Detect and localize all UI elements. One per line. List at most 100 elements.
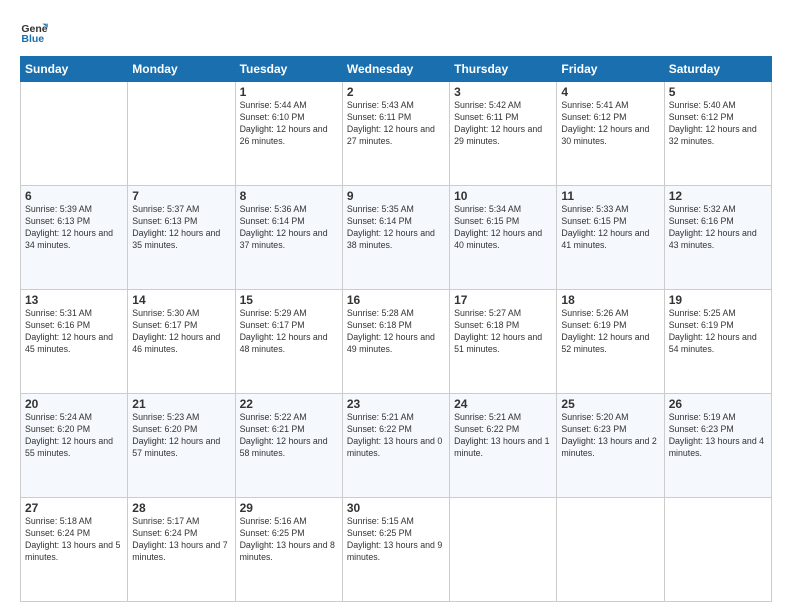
- day-info: Sunrise: 5:39 AM Sunset: 6:13 PM Dayligh…: [25, 204, 123, 252]
- day-number: 28: [132, 501, 230, 515]
- calendar-cell: 15Sunrise: 5:29 AM Sunset: 6:17 PM Dayli…: [235, 290, 342, 394]
- day-number: 11: [561, 189, 659, 203]
- week-row-4: 20Sunrise: 5:24 AM Sunset: 6:20 PM Dayli…: [21, 394, 772, 498]
- day-number: 21: [132, 397, 230, 411]
- day-info: Sunrise: 5:19 AM Sunset: 6:23 PM Dayligh…: [669, 412, 767, 460]
- calendar-cell: [450, 498, 557, 602]
- calendar-cell: 11Sunrise: 5:33 AM Sunset: 6:15 PM Dayli…: [557, 186, 664, 290]
- day-info: Sunrise: 5:21 AM Sunset: 6:22 PM Dayligh…: [347, 412, 445, 460]
- day-info: Sunrise: 5:37 AM Sunset: 6:13 PM Dayligh…: [132, 204, 230, 252]
- week-row-2: 6Sunrise: 5:39 AM Sunset: 6:13 PM Daylig…: [21, 186, 772, 290]
- day-info: Sunrise: 5:30 AM Sunset: 6:17 PM Dayligh…: [132, 308, 230, 356]
- calendar-cell: [128, 82, 235, 186]
- calendar-cell: 1Sunrise: 5:44 AM Sunset: 6:10 PM Daylig…: [235, 82, 342, 186]
- day-number: 12: [669, 189, 767, 203]
- day-number: 25: [561, 397, 659, 411]
- calendar-cell: 3Sunrise: 5:42 AM Sunset: 6:11 PM Daylig…: [450, 82, 557, 186]
- calendar-cell: [664, 498, 771, 602]
- calendar-cell: 7Sunrise: 5:37 AM Sunset: 6:13 PM Daylig…: [128, 186, 235, 290]
- calendar-cell: 4Sunrise: 5:41 AM Sunset: 6:12 PM Daylig…: [557, 82, 664, 186]
- weekday-header-sunday: Sunday: [21, 57, 128, 82]
- calendar-cell: 19Sunrise: 5:25 AM Sunset: 6:19 PM Dayli…: [664, 290, 771, 394]
- calendar-cell: 13Sunrise: 5:31 AM Sunset: 6:16 PM Dayli…: [21, 290, 128, 394]
- day-number: 3: [454, 85, 552, 99]
- week-row-5: 27Sunrise: 5:18 AM Sunset: 6:24 PM Dayli…: [21, 498, 772, 602]
- day-info: Sunrise: 5:24 AM Sunset: 6:20 PM Dayligh…: [25, 412, 123, 460]
- calendar-cell: 26Sunrise: 5:19 AM Sunset: 6:23 PM Dayli…: [664, 394, 771, 498]
- logo: General Blue: [20, 18, 48, 46]
- svg-text:Blue: Blue: [21, 33, 44, 45]
- weekday-header-thursday: Thursday: [450, 57, 557, 82]
- calendar-cell: 6Sunrise: 5:39 AM Sunset: 6:13 PM Daylig…: [21, 186, 128, 290]
- day-info: Sunrise: 5:40 AM Sunset: 6:12 PM Dayligh…: [669, 100, 767, 148]
- day-info: Sunrise: 5:44 AM Sunset: 6:10 PM Dayligh…: [240, 100, 338, 148]
- day-info: Sunrise: 5:25 AM Sunset: 6:19 PM Dayligh…: [669, 308, 767, 356]
- day-number: 1: [240, 85, 338, 99]
- day-info: Sunrise: 5:29 AM Sunset: 6:17 PM Dayligh…: [240, 308, 338, 356]
- day-info: Sunrise: 5:36 AM Sunset: 6:14 PM Dayligh…: [240, 204, 338, 252]
- calendar-cell: 20Sunrise: 5:24 AM Sunset: 6:20 PM Dayli…: [21, 394, 128, 498]
- day-info: Sunrise: 5:28 AM Sunset: 6:18 PM Dayligh…: [347, 308, 445, 356]
- day-number: 22: [240, 397, 338, 411]
- day-number: 16: [347, 293, 445, 307]
- day-info: Sunrise: 5:22 AM Sunset: 6:21 PM Dayligh…: [240, 412, 338, 460]
- day-number: 17: [454, 293, 552, 307]
- calendar-cell: 24Sunrise: 5:21 AM Sunset: 6:22 PM Dayli…: [450, 394, 557, 498]
- day-info: Sunrise: 5:43 AM Sunset: 6:11 PM Dayligh…: [347, 100, 445, 148]
- calendar-cell: [557, 498, 664, 602]
- calendar-cell: 25Sunrise: 5:20 AM Sunset: 6:23 PM Dayli…: [557, 394, 664, 498]
- day-info: Sunrise: 5:26 AM Sunset: 6:19 PM Dayligh…: [561, 308, 659, 356]
- day-number: 2: [347, 85, 445, 99]
- day-number: 10: [454, 189, 552, 203]
- day-number: 15: [240, 293, 338, 307]
- day-info: Sunrise: 5:31 AM Sunset: 6:16 PM Dayligh…: [25, 308, 123, 356]
- day-number: 7: [132, 189, 230, 203]
- calendar-cell: 30Sunrise: 5:15 AM Sunset: 6:25 PM Dayli…: [342, 498, 449, 602]
- day-info: Sunrise: 5:33 AM Sunset: 6:15 PM Dayligh…: [561, 204, 659, 252]
- calendar-cell: 22Sunrise: 5:22 AM Sunset: 6:21 PM Dayli…: [235, 394, 342, 498]
- header: General Blue: [20, 18, 772, 46]
- day-info: Sunrise: 5:42 AM Sunset: 6:11 PM Dayligh…: [454, 100, 552, 148]
- calendar-cell: 2Sunrise: 5:43 AM Sunset: 6:11 PM Daylig…: [342, 82, 449, 186]
- day-number: 9: [347, 189, 445, 203]
- calendar-cell: [21, 82, 128, 186]
- weekday-header-friday: Friday: [557, 57, 664, 82]
- calendar-cell: 18Sunrise: 5:26 AM Sunset: 6:19 PM Dayli…: [557, 290, 664, 394]
- day-info: Sunrise: 5:15 AM Sunset: 6:25 PM Dayligh…: [347, 516, 445, 564]
- day-info: Sunrise: 5:21 AM Sunset: 6:22 PM Dayligh…: [454, 412, 552, 460]
- day-number: 20: [25, 397, 123, 411]
- weekday-header-row: SundayMondayTuesdayWednesdayThursdayFrid…: [21, 57, 772, 82]
- day-info: Sunrise: 5:18 AM Sunset: 6:24 PM Dayligh…: [25, 516, 123, 564]
- weekday-header-tuesday: Tuesday: [235, 57, 342, 82]
- day-info: Sunrise: 5:16 AM Sunset: 6:25 PM Dayligh…: [240, 516, 338, 564]
- calendar-cell: 5Sunrise: 5:40 AM Sunset: 6:12 PM Daylig…: [664, 82, 771, 186]
- calendar-cell: 28Sunrise: 5:17 AM Sunset: 6:24 PM Dayli…: [128, 498, 235, 602]
- calendar-cell: 8Sunrise: 5:36 AM Sunset: 6:14 PM Daylig…: [235, 186, 342, 290]
- calendar-cell: 27Sunrise: 5:18 AM Sunset: 6:24 PM Dayli…: [21, 498, 128, 602]
- calendar-cell: 14Sunrise: 5:30 AM Sunset: 6:17 PM Dayli…: [128, 290, 235, 394]
- day-info: Sunrise: 5:17 AM Sunset: 6:24 PM Dayligh…: [132, 516, 230, 564]
- day-number: 6: [25, 189, 123, 203]
- day-number: 13: [25, 293, 123, 307]
- day-info: Sunrise: 5:34 AM Sunset: 6:15 PM Dayligh…: [454, 204, 552, 252]
- day-number: 8: [240, 189, 338, 203]
- page: General Blue SundayMondayTuesdayWednesda…: [0, 0, 792, 612]
- day-number: 14: [132, 293, 230, 307]
- generalblue-logo-icon: General Blue: [20, 18, 48, 46]
- weekday-header-monday: Monday: [128, 57, 235, 82]
- day-number: 24: [454, 397, 552, 411]
- day-number: 30: [347, 501, 445, 515]
- day-number: 23: [347, 397, 445, 411]
- calendar-cell: 21Sunrise: 5:23 AM Sunset: 6:20 PM Dayli…: [128, 394, 235, 498]
- day-number: 26: [669, 397, 767, 411]
- day-info: Sunrise: 5:32 AM Sunset: 6:16 PM Dayligh…: [669, 204, 767, 252]
- day-info: Sunrise: 5:23 AM Sunset: 6:20 PM Dayligh…: [132, 412, 230, 460]
- day-info: Sunrise: 5:20 AM Sunset: 6:23 PM Dayligh…: [561, 412, 659, 460]
- day-number: 4: [561, 85, 659, 99]
- day-info: Sunrise: 5:35 AM Sunset: 6:14 PM Dayligh…: [347, 204, 445, 252]
- calendar-cell: 12Sunrise: 5:32 AM Sunset: 6:16 PM Dayli…: [664, 186, 771, 290]
- day-number: 19: [669, 293, 767, 307]
- calendar-table: SundayMondayTuesdayWednesdayThursdayFrid…: [20, 56, 772, 602]
- day-number: 29: [240, 501, 338, 515]
- calendar-cell: 9Sunrise: 5:35 AM Sunset: 6:14 PM Daylig…: [342, 186, 449, 290]
